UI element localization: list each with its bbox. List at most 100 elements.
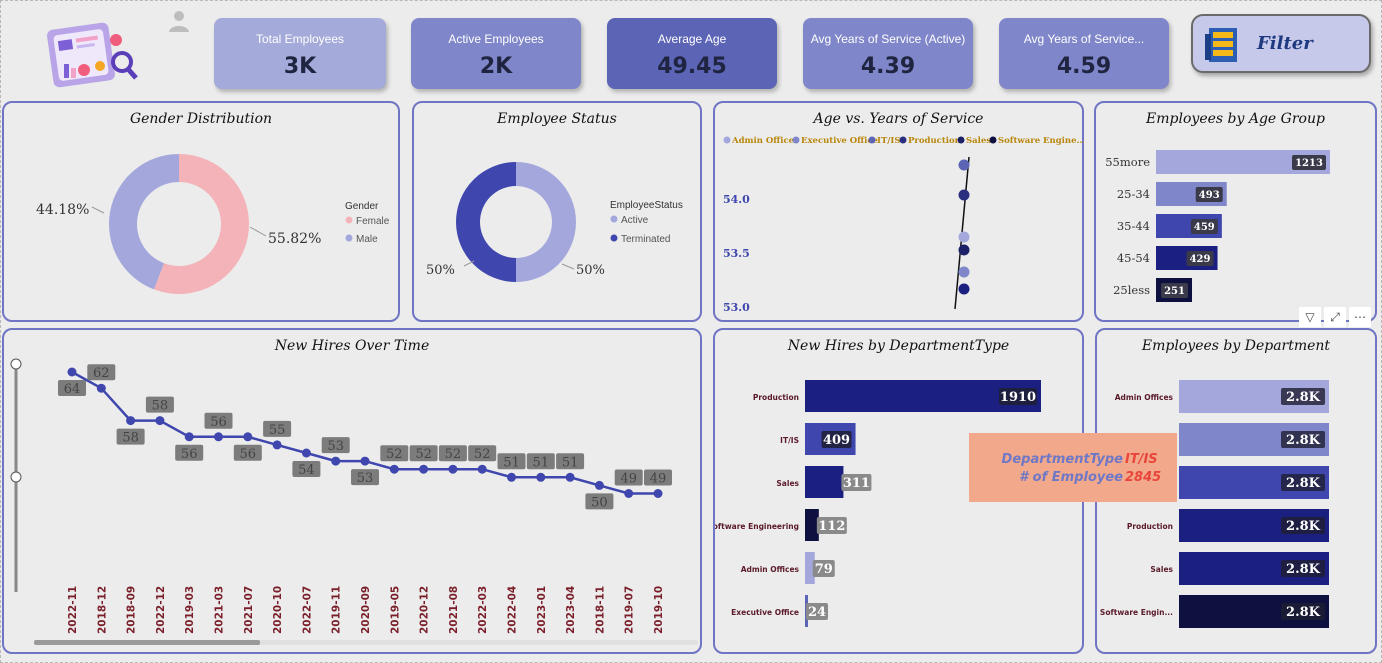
scatter-point[interactable] [958,283,970,295]
x-tick-label: 2018-09 [126,586,138,634]
range-slider-handle-top[interactable] [10,358,22,370]
hires-point[interactable] [184,432,194,442]
terminated-pct-label: 50% [426,263,455,278]
hires-point[interactable] [360,456,370,466]
hires-point[interactable] [419,464,429,474]
legend-production[interactable]: Production [908,136,961,146]
kpi-value: 49.45 [657,54,727,79]
legend-terminated[interactable]: Terminated [621,234,670,245]
status-slice-active[interactable] [516,162,576,282]
tooltip-value: IT/IS [1125,452,1158,467]
hires-point[interactable] [155,416,165,426]
filter-icon[interactable]: ▽ [1299,307,1321,327]
hires-point[interactable] [448,464,458,474]
hires-point[interactable] [243,432,253,442]
age-group-bar-chart[interactable]: 55more 1213 25-34 493 35-44 459 45-54 429 25less… [1096,103,1377,322]
legend-title: Gender [345,201,379,212]
dept-label: Admin Offices [741,565,800,574]
hires-point[interactable] [477,464,487,474]
scatter-point[interactable] [958,266,970,278]
dept-hire-bar[interactable] [805,509,819,541]
x-tick-label: 2022-04 [507,586,519,634]
legend-marker [989,136,997,144]
employee-status-panel[interactable]: Employee Status 50% 50% EmployeeStatus A… [412,101,702,322]
hires-value: 55 [269,423,286,438]
scatter-point[interactable] [958,189,970,201]
x-tick-label: 2019-10 [653,586,665,634]
age-group-label: 25less [1113,283,1150,297]
scatter-point[interactable] [958,244,970,256]
hires-point[interactable] [272,440,282,450]
filter-panel-icon [1205,28,1237,62]
leader-line [249,226,267,237]
scatter-point[interactable] [958,231,970,243]
x-tick-label: 2022-03 [477,586,489,634]
more-options-icon[interactable]: ⋯ [1349,307,1371,327]
legend-marker [868,136,876,144]
gender-donut-chart[interactable]: 44.18% 55.82% Gender Female Male [4,103,400,322]
legend-admin-offices[interactable]: Admin Offices [731,136,799,146]
user-avatar-icon[interactable] [168,9,190,33]
hires-point[interactable] [301,448,311,458]
legend-it-is[interactable]: IT/IS [877,136,901,146]
scatter-point[interactable] [958,159,970,171]
dept-hire-value: 112 [818,519,845,534]
dept-emp-value: 2.8K [1286,476,1321,491]
leader-line [561,263,575,270]
legend-executive-office[interactable]: Executive Office [801,136,879,146]
hires-point[interactable] [565,472,575,482]
hires-point[interactable] [126,416,136,426]
hires-value: 54 [298,463,315,478]
age-group-value: 429 [1190,254,1211,265]
status-slice-terminated[interactable] [456,162,516,282]
hires-point[interactable] [214,432,223,442]
hires-point[interactable] [594,480,604,490]
hires-point[interactable] [624,489,634,498]
status-donut-chart[interactable]: 50% 50% EmployeeStatus Active Terminated [414,103,702,322]
hires-series: 64 2022-11 62 2018-12 58 2018-09 58 2022-12 56 20… [58,364,672,634]
visual-header-toolbar: ▽ ⤢ ⋯ [1296,306,1371,327]
y-tick-label: 53.5 [723,247,750,260]
hires-point[interactable] [507,472,516,482]
age-service-scatter[interactable]: Admin Offices Executive Office IT/IS Pro… [715,103,1084,322]
hires-value: 52 [386,447,403,462]
new-hires-line-chart[interactable]: 64 2022-11 62 2018-12 58 2018-09 58 2022-12 56 20… [4,330,702,654]
legend-male-marker [345,234,353,242]
hires-point[interactable] [96,383,106,393]
age-vs-service-panel[interactable]: Age vs. Years of Service Admin Offices E… [713,101,1084,322]
dept-label: Software Engineering [715,522,799,531]
hires-value: 51 [533,455,550,470]
age-group-value: 493 [1199,190,1220,201]
x-tick-label: 2019-05 [389,586,401,634]
new-hires-over-time-panel[interactable]: New Hires Over Time 64 2022-11 62 2018-12 58… [2,328,702,654]
hires-point[interactable] [653,489,663,498]
legend-female[interactable]: Female [356,216,390,227]
gender-distribution-panel[interactable]: Gender Distribution 44.18% 55.82% Gender… [2,101,400,322]
legend-male[interactable]: Male [356,234,378,245]
legend-marker [792,136,800,144]
tooltip-key: # of Employee [1019,470,1123,485]
legend-software-engineering[interactable]: Software Engine... [998,136,1084,146]
age-group-panel[interactable]: Employees by Age Group 55more 1213 25-34 49… [1094,101,1377,322]
filter-button[interactable]: Filter [1191,14,1371,73]
hires-value: 56 [181,447,198,462]
range-slider-handle-bottom[interactable] [10,471,22,483]
dept-hire-bar[interactable] [805,466,844,498]
expand-icon[interactable]: ⤢ [1324,307,1346,327]
gender-donut [109,154,249,294]
hires-point[interactable] [67,367,77,377]
x-tick-label: 2020-09 [360,586,372,634]
legend-terminated-marker [610,234,618,242]
horizontal-scrollbar-thumb[interactable] [34,640,260,645]
x-tick-label: 2019-07 [624,586,636,634]
legend-title: EmployeeStatus [610,200,683,211]
legend-sales[interactable]: Sales [966,136,991,146]
hires-value: 53 [327,439,344,454]
legend-active[interactable]: Active [621,215,649,226]
dept-label: Executive Office [731,608,799,617]
dept-emp-bars: Admin Offices 2.8K 2.8K 2.8K Production 2.8K S… [1100,380,1329,628]
hires-point[interactable] [536,472,546,482]
hires-point[interactable] [389,464,399,474]
legend-marker [723,136,731,144]
hires-point[interactable] [331,456,341,466]
